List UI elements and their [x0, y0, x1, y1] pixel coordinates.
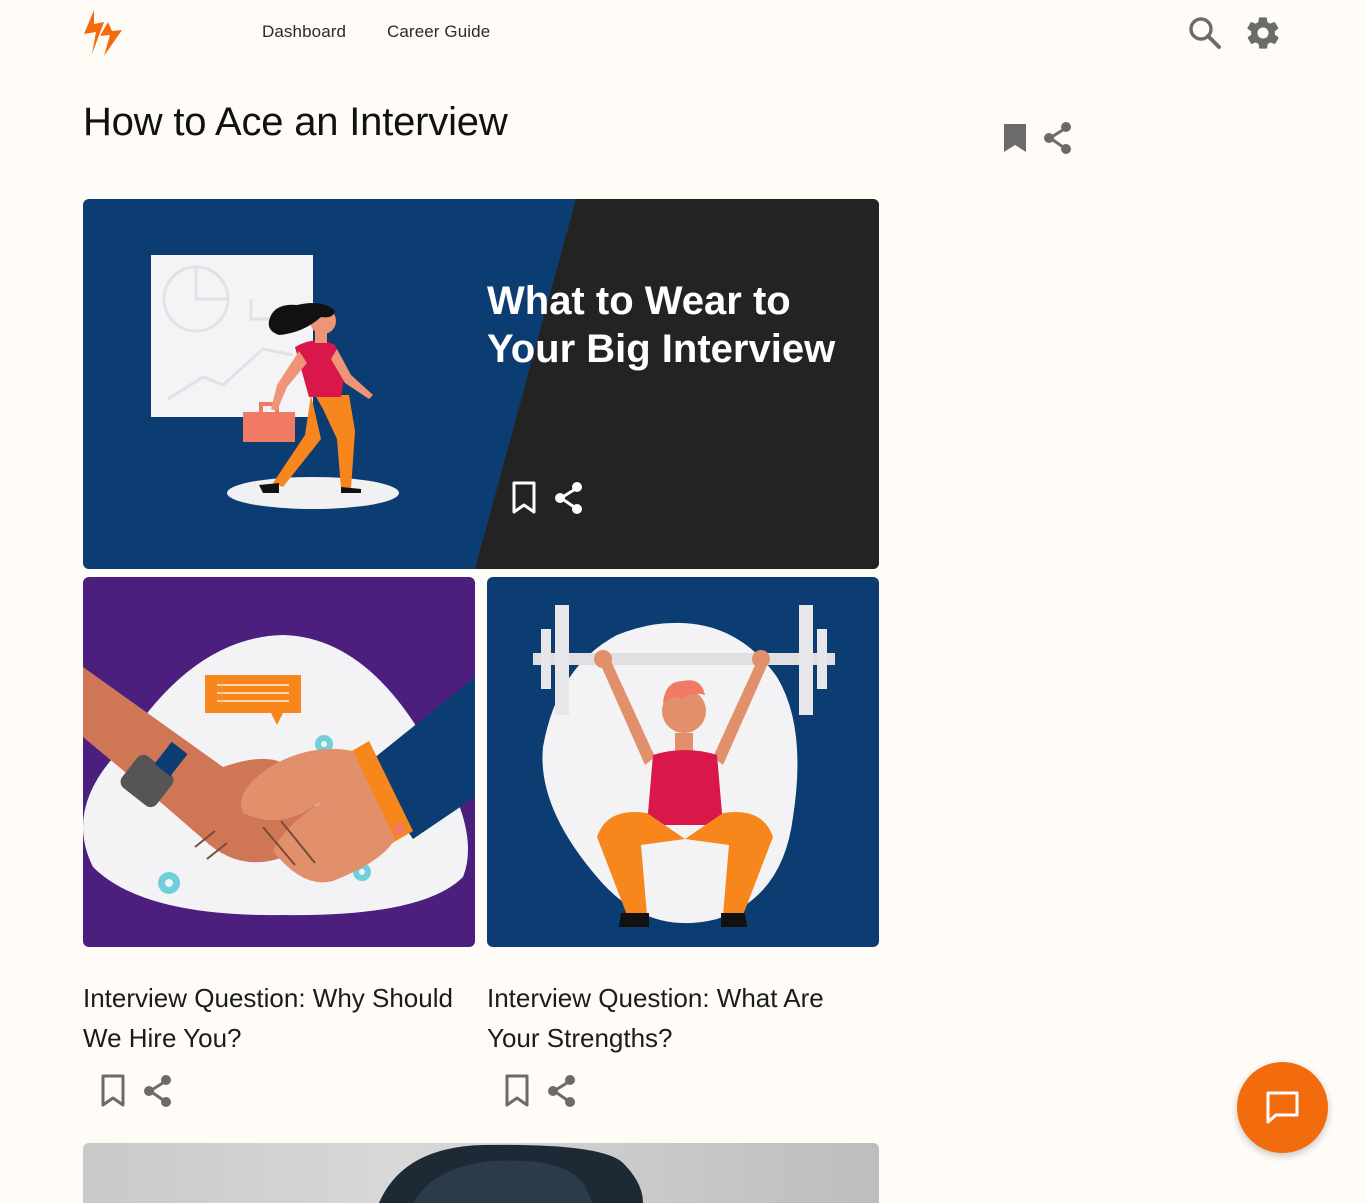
- share-icon[interactable]: [1042, 120, 1072, 156]
- article-card-hire-you[interactable]: [83, 577, 475, 947]
- bookmark-outline-icon[interactable]: [502, 1070, 534, 1110]
- card-actions-hire-you: [98, 1070, 188, 1110]
- featured-card-actions: [509, 477, 599, 517]
- article-card-partial[interactable]: [83, 1143, 879, 1203]
- featured-article-card[interactable]: What to Wear to Your Big Interview: [83, 199, 879, 569]
- chat-button[interactable]: [1237, 1062, 1328, 1153]
- title-actions: [1000, 120, 1080, 156]
- nav-dashboard[interactable]: Dashboard: [262, 22, 346, 42]
- bookmark-outline-icon[interactable]: [98, 1070, 130, 1110]
- top-bar: Dashboard Career Guide: [0, 0, 1366, 66]
- share-icon[interactable]: [142, 1070, 174, 1110]
- article-card-photo: [83, 1143, 879, 1203]
- nav-career-guide[interactable]: Career Guide: [387, 22, 490, 42]
- weightlifter-illustration: [487, 577, 879, 947]
- bookmark-icon[interactable]: [1000, 120, 1030, 156]
- chat-bubble-icon: [1266, 1091, 1299, 1124]
- page-title: How to Ace an Interview: [83, 100, 508, 144]
- lightning-bolt-logo[interactable]: [82, 8, 124, 58]
- article-title-strengths[interactable]: Interview Question: What Are Your Streng…: [487, 978, 879, 1058]
- article-title-hire-you[interactable]: Interview Question: Why Should We Hire Y…: [83, 978, 475, 1058]
- share-icon[interactable]: [546, 1070, 578, 1110]
- featured-article-title[interactable]: What to Wear to Your Big Interview: [487, 277, 867, 373]
- card-actions-strengths: [502, 1070, 592, 1110]
- interview-outfit-illustration: [83, 199, 879, 569]
- handshake-illustration: [83, 577, 475, 947]
- article-card-strengths[interactable]: [487, 577, 879, 947]
- gear-icon[interactable]: [1244, 14, 1282, 52]
- bookmark-outline-icon[interactable]: [509, 477, 541, 517]
- share-icon[interactable]: [553, 477, 585, 517]
- search-icon[interactable]: [1186, 14, 1224, 52]
